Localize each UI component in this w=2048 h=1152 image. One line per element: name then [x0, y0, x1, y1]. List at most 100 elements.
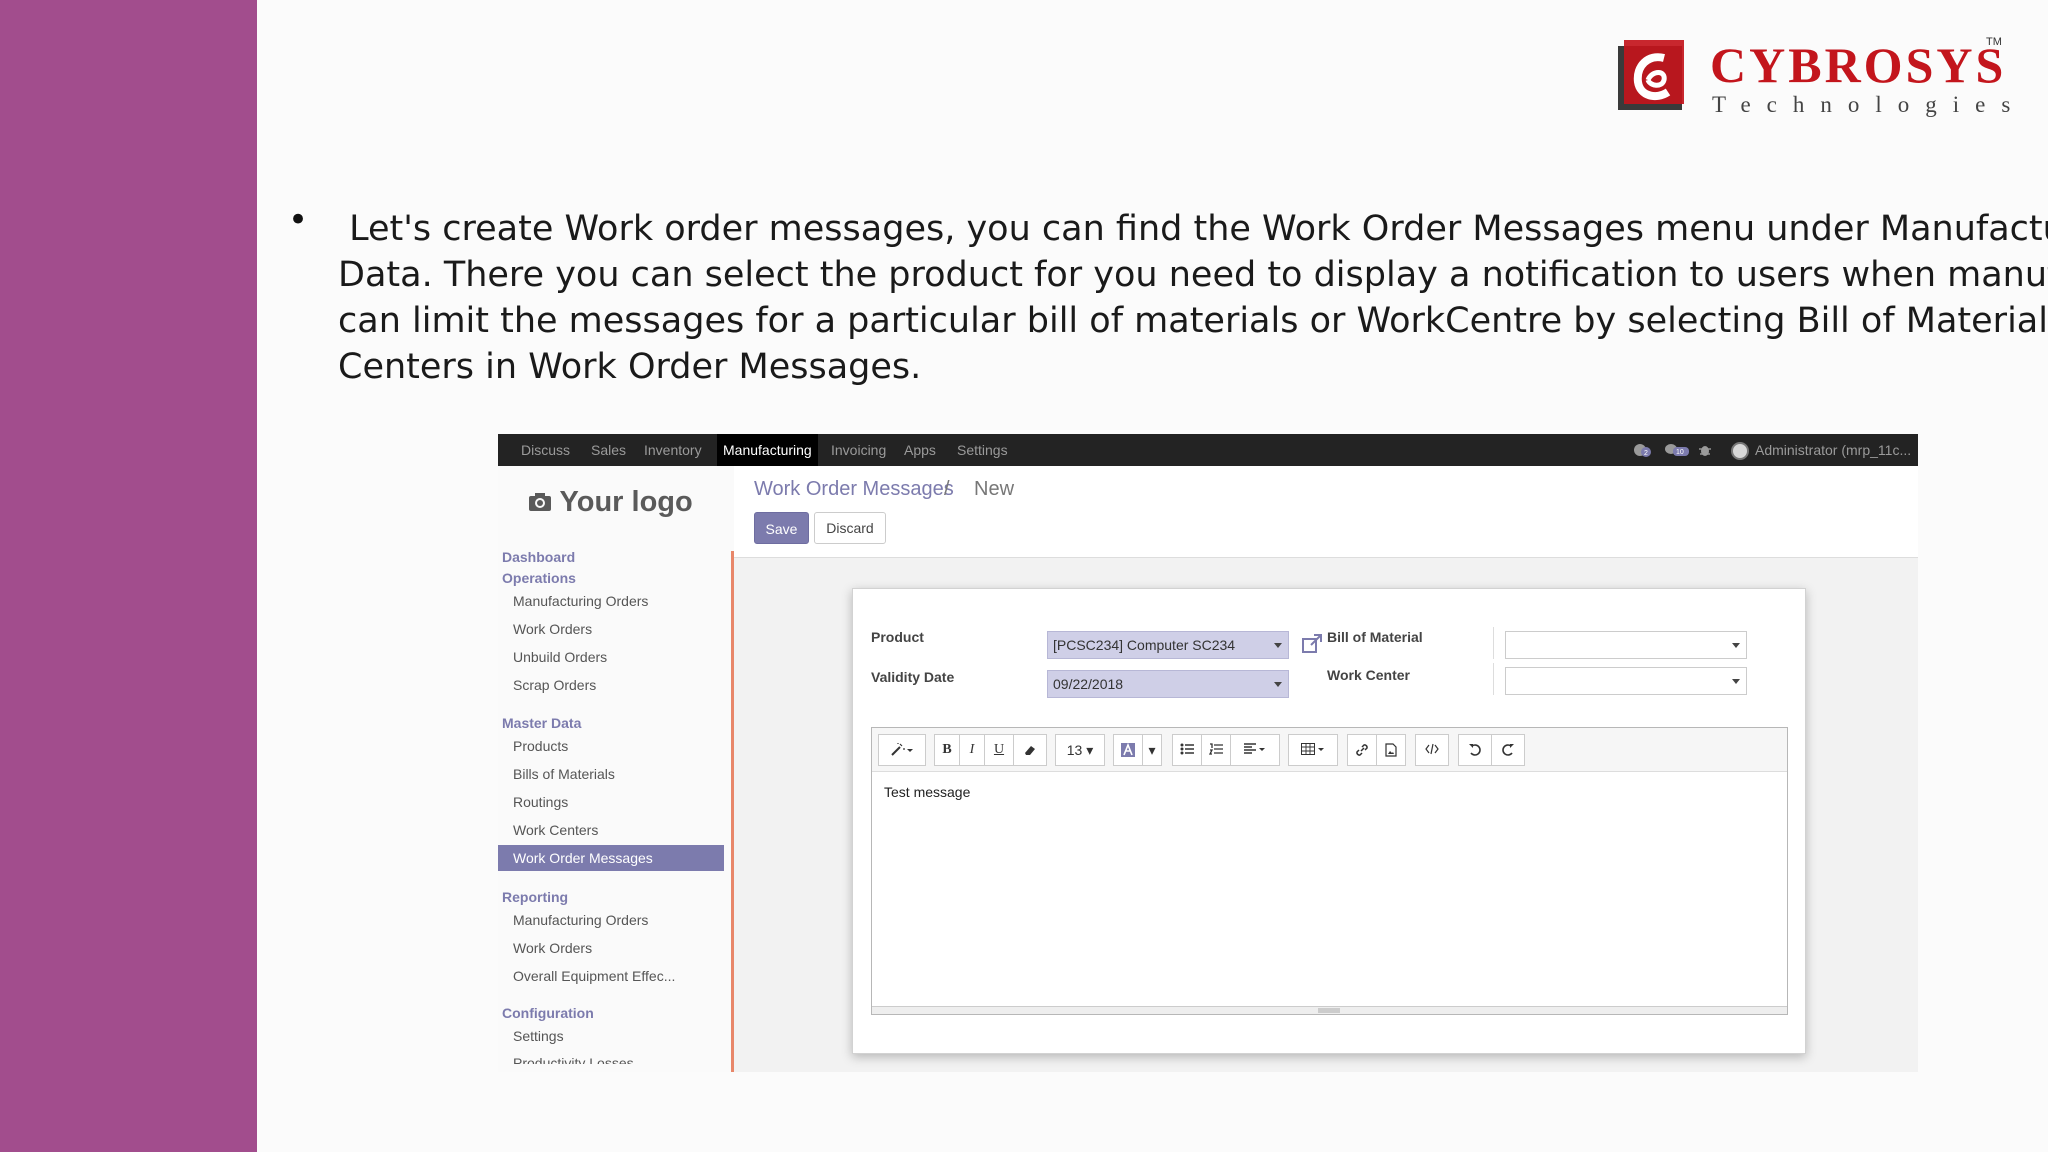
chevron-down-icon [1274, 682, 1282, 687]
bullet-point-icon: • [288, 200, 309, 240]
sidebar-item-work-order-messages[interactable]: Work Order Messages [498, 845, 724, 871]
form-sheet: Product [PCSC234] Computer SC234 Validit… [852, 588, 1806, 1054]
paragraph-line: Data. There you can select the product f… [338, 255, 2048, 295]
font-size-value: 13 [1066, 742, 1083, 758]
work-center-label: Work Center [1327, 667, 1410, 683]
side-color-band [0, 0, 257, 1152]
resize-grip-icon[interactable] [1318, 1008, 1340, 1013]
slide: CYBROSYS TM Technologies • Let's create … [0, 0, 2048, 1152]
sidebar-item-unbuild-orders[interactable]: Unbuild Orders [498, 644, 724, 670]
bug-icon[interactable] [1698, 443, 1712, 457]
paragraph-line: Centers in Work Order Messages. [338, 347, 922, 387]
undo-icon[interactable] [1458, 734, 1492, 766]
sidebar-item-bills-of-materials[interactable]: Bills of Materials [498, 761, 724, 787]
menu-inventory[interactable]: Inventory [638, 434, 708, 466]
menu-discuss[interactable]: Discuss [515, 434, 576, 466]
underline-icon[interactable]: U [984, 734, 1014, 766]
company-logo: Your logo [528, 486, 693, 519]
eraser-icon[interactable] [1013, 734, 1047, 766]
bold-icon[interactable]: B [934, 734, 960, 766]
menu-manufacturing[interactable]: Manufacturing [717, 434, 818, 466]
align-icon[interactable] [1230, 734, 1280, 766]
divider [1493, 663, 1494, 695]
paragraph-line: Let's create Work order messages, you ca… [349, 209, 2048, 249]
validity-date-value: 09/22/2018 [1053, 676, 1124, 692]
message-editor: B I U 13 ▾ ▾ Test message [871, 727, 1788, 1015]
chevron-down-icon [1732, 643, 1740, 648]
cybrosys-logo-icon [1618, 40, 1684, 110]
chat-badge: 2 [1644, 450, 1648, 457]
font-size-dropdown[interactable]: 13 ▾ [1055, 734, 1105, 766]
bill-of-material-select[interactable] [1505, 631, 1747, 659]
menu-settings[interactable]: Settings [951, 434, 1014, 466]
magic-wand-icon[interactable] [878, 734, 926, 766]
messages-badge: 10 [1676, 449, 1684, 456]
camera-icon [529, 493, 551, 511]
breadcrumb-current: New [974, 478, 1015, 500]
editor-resize-bar[interactable] [872, 1006, 1787, 1014]
unordered-list-icon[interactable] [1172, 734, 1202, 766]
chevron-down-icon [1732, 679, 1740, 684]
control-panel: Work Order Messages / New Save Discard [734, 466, 1918, 558]
sidebar-item-work-centers[interactable]: Work Centers [498, 817, 724, 843]
divider [1493, 627, 1494, 659]
table-icon[interactable] [1288, 734, 1338, 766]
brand-name: CYBROSYS [1710, 37, 2007, 93]
sidebar-item-routings[interactable]: Routings [498, 789, 724, 815]
menu-sales[interactable]: Sales [585, 434, 632, 466]
link-icon[interactable] [1347, 734, 1377, 766]
brand-subtitle: Technologies [1712, 92, 2027, 117]
sidebar-item-products[interactable]: Products [498, 733, 724, 759]
sidebar-item-scrap-orders[interactable]: Scrap Orders [498, 672, 724, 698]
font-color-icon[interactable] [1113, 734, 1143, 766]
validity-date-field[interactable]: 09/22/2018 [1047, 670, 1289, 698]
chevron-down-icon[interactable]: ▾ [1142, 734, 1162, 766]
company-logo-text: Your logo [559, 486, 693, 518]
trademark-mark: TM [1986, 36, 2002, 48]
italic-icon[interactable]: I [959, 734, 985, 766]
main-content: Work Order Messages / New Save Discard P… [734, 466, 1918, 1072]
sidebar-item-overall-equipment[interactable]: Overall Equipment Effec... [498, 963, 724, 989]
avatar[interactable] [1731, 442, 1749, 460]
code-view-icon[interactable] [1415, 734, 1449, 766]
sidebar-item-productivity-losses[interactable]: Productivity Losses [498, 1050, 724, 1064]
image-icon[interactable] [1376, 734, 1406, 766]
validity-date-label: Validity Date [871, 669, 955, 685]
bill-of-material-label: Bill of Material [1327, 629, 1423, 645]
sidebar-section-operations: Operations [502, 570, 576, 586]
chevron-down-icon [1274, 643, 1282, 648]
ordered-list-icon[interactable] [1201, 734, 1231, 766]
sidebar-item-settings[interactable]: Settings [498, 1023, 724, 1049]
editor-toolbar: B I U 13 ▾ ▾ [872, 728, 1787, 772]
paragraph-line: can limit the messages for a particular … [338, 301, 2048, 341]
sidebar-section-master-data: Master Data [502, 715, 582, 731]
redo-icon[interactable] [1491, 734, 1525, 766]
breadcrumb-parent[interactable]: Work Order Messages [754, 478, 954, 501]
app-sidebar: Your logo Dashboard Operations Manufactu… [498, 466, 734, 1072]
sidebar-item-manufacturing-orders[interactable]: Manufacturing Orders [498, 588, 724, 614]
user-menu[interactable]: Administrator (mrp_11c... [1755, 434, 1911, 466]
sidebar-section-configuration: Configuration [502, 1005, 594, 1021]
menu-apps[interactable]: Apps [898, 434, 942, 466]
work-center-select[interactable] [1505, 667, 1747, 695]
editor-content[interactable]: Test message [884, 784, 970, 800]
odoo-top-menu: Discuss Sales Inventory Manufacturing In… [498, 434, 1918, 466]
instruction-paragraph: Let's create Work order messages, you ca… [338, 206, 2048, 390]
external-link-icon[interactable] [1301, 633, 1323, 655]
breadcrumb-separator: / [944, 478, 950, 500]
sidebar-item-report-work-orders[interactable]: Work Orders [498, 935, 724, 961]
sidebar-item-report-manufacturing-orders[interactable]: Manufacturing Orders [498, 907, 724, 933]
sidebar-section-reporting: Reporting [502, 889, 569, 905]
cybrosys-logo: CYBROSYS TM Technologies [1616, 36, 2016, 120]
chat-bubble-icon[interactable]: 2 [1633, 443, 1653, 457]
messages-icon[interactable]: 10 [1664, 443, 1690, 457]
save-button[interactable]: Save [754, 512, 809, 544]
product-value: [PCSC234] Computer SC234 [1053, 637, 1236, 653]
product-label: Product [871, 629, 924, 645]
sidebar-item-work-orders[interactable]: Work Orders [498, 616, 724, 642]
discard-button[interactable]: Discard [814, 512, 886, 544]
sidebar-item-dashboard[interactable]: Dashboard [502, 549, 575, 565]
menu-invoicing[interactable]: Invoicing [825, 434, 892, 466]
product-field[interactable]: [PCSC234] Computer SC234 [1047, 631, 1289, 659]
odoo-screenshot: Discuss Sales Inventory Manufacturing In… [498, 434, 1918, 1072]
